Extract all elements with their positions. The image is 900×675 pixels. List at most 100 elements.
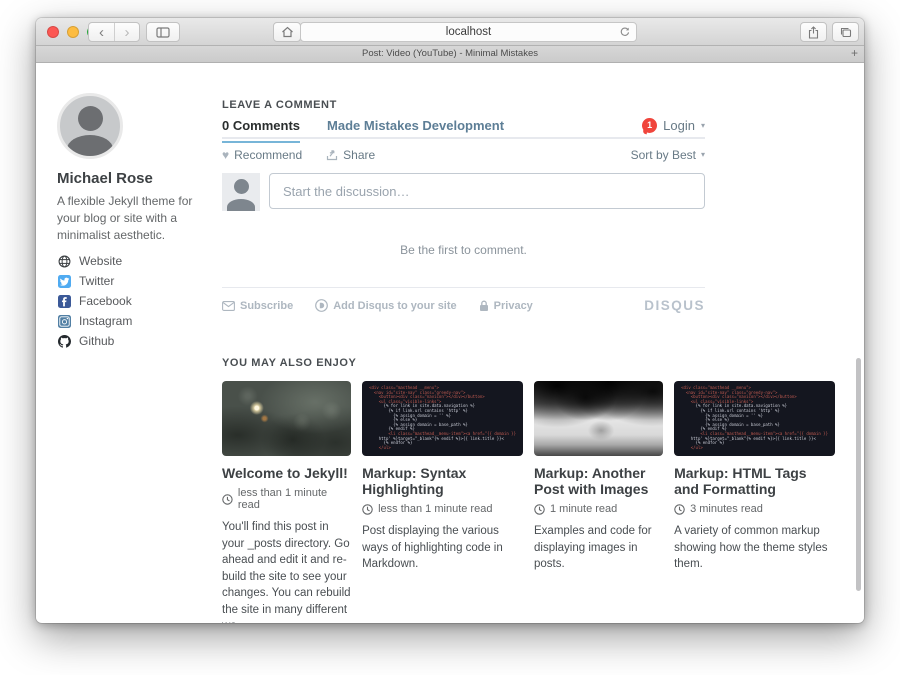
recommend-label: Recommend bbox=[234, 148, 302, 162]
post-title-link[interactable]: Markup: Syntax Highlighting bbox=[362, 465, 523, 497]
main-column: LEAVE A COMMENT 0 Comments Made Mistakes… bbox=[222, 63, 835, 623]
code-line: </ul> bbox=[681, 446, 828, 451]
post-thumbnail[interactable] bbox=[222, 381, 351, 456]
facebook-icon bbox=[57, 295, 71, 308]
envelope-icon bbox=[222, 301, 235, 311]
active-tab[interactable]: Post: Video (YouTube) - Minimal Mistakes bbox=[36, 46, 864, 62]
disqus-share-button[interactable]: Share bbox=[326, 148, 375, 162]
new-tab-icon[interactable]: + bbox=[851, 46, 858, 61]
login-label: Login bbox=[663, 118, 695, 133]
forward-icon[interactable]: › bbox=[114, 23, 139, 41]
disqus-logo[interactable]: DISQUS bbox=[644, 298, 705, 313]
minimize-window-button[interactable] bbox=[67, 26, 79, 38]
recommend-button[interactable]: ♥ Recommend bbox=[222, 148, 302, 162]
read-time: 1 minute read bbox=[550, 503, 617, 515]
browser-titlebar: ‹ › localhost bbox=[36, 18, 864, 46]
back-icon[interactable]: ‹ bbox=[89, 23, 114, 41]
sidebar-item-facebook[interactable]: Facebook bbox=[57, 291, 215, 311]
related-post-card: Welcome to Jekyll! less than 1 minute re… bbox=[222, 381, 351, 623]
comments-heading: LEAVE A COMMENT bbox=[222, 99, 835, 111]
share-arrow-icon bbox=[326, 149, 338, 161]
post-excerpt: Post displaying the various ways of high… bbox=[362, 523, 523, 573]
privacy-link[interactable]: Privacy bbox=[479, 300, 533, 312]
sort-menu[interactable]: Sort by Best ▾ bbox=[631, 148, 705, 162]
disqus-actions-row: ♥ Recommend Share Sort by Best ▾ bbox=[222, 147, 705, 162]
related-post-card: Markup: Another Post with Images 1 minut… bbox=[534, 381, 663, 623]
avatar bbox=[57, 93, 123, 159]
share-label: Share bbox=[343, 148, 375, 162]
sidebar-toggle-button[interactable] bbox=[146, 22, 180, 42]
show-tabs-button[interactable] bbox=[832, 22, 859, 42]
comment-input[interactable] bbox=[269, 173, 705, 209]
author-bio: A flexible Jekyll theme for your blog or… bbox=[57, 193, 215, 244]
reload-icon[interactable] bbox=[619, 26, 630, 38]
github-icon bbox=[57, 335, 71, 348]
post-thumbnail[interactable] bbox=[534, 381, 663, 456]
post-meta: 3 minutes read bbox=[674, 503, 835, 515]
share-button[interactable] bbox=[800, 22, 827, 42]
globe-icon bbox=[57, 255, 71, 268]
scrollbar-thumb[interactable] bbox=[856, 358, 861, 591]
sidebar-item-instagram[interactable]: Instagram bbox=[57, 311, 215, 331]
twitter-icon bbox=[57, 275, 71, 288]
comment-composer bbox=[222, 173, 705, 211]
sidebar-item-twitter[interactable]: Twitter bbox=[57, 271, 215, 291]
comment-count-tab[interactable]: 0 Comments bbox=[222, 118, 300, 133]
related-post-card: <div class="masthead __menu"> <nav id="s… bbox=[362, 381, 523, 623]
community-link[interactable]: Made Mistakes Development bbox=[327, 118, 504, 133]
home-button[interactable] bbox=[273, 22, 301, 42]
home-icon bbox=[281, 26, 294, 38]
history-nav-group: ‹ › bbox=[88, 22, 140, 42]
sidebar-item-label: Github bbox=[79, 334, 114, 348]
browser-window: ‹ › localhost bbox=[36, 18, 864, 623]
post-title-link[interactable]: Welcome to Jekyll! bbox=[222, 465, 351, 481]
sidebar-item-github[interactable]: Github bbox=[57, 331, 215, 351]
post-title-link[interactable]: Markup: HTML Tags and Formatting bbox=[674, 465, 835, 497]
disqus-embed: 0 Comments Made Mistakes Development 1 L… bbox=[222, 121, 705, 313]
sort-label: Sort by Best bbox=[631, 148, 696, 162]
address-bar[interactable]: localhost bbox=[300, 22, 637, 42]
post-meta: 1 minute read bbox=[534, 503, 663, 515]
post-meta: less than 1 minute read bbox=[222, 487, 351, 511]
tab-bar: Post: Video (YouTube) - Minimal Mistakes… bbox=[36, 46, 864, 63]
tabs-overview-icon bbox=[839, 26, 852, 38]
post-meta: less than 1 minute read bbox=[362, 503, 523, 515]
close-window-button[interactable] bbox=[47, 26, 59, 38]
privacy-label: Privacy bbox=[494, 300, 533, 312]
commenter-avatar bbox=[222, 173, 260, 211]
add-disqus-label: Add Disqus to your site bbox=[333, 300, 456, 312]
sidebar-item-label: Website bbox=[79, 254, 122, 268]
clock-icon bbox=[534, 504, 545, 515]
clock-icon bbox=[222, 494, 233, 505]
heart-icon: ♥ bbox=[222, 148, 229, 162]
related-heading: YOU MAY ALSO ENJOY bbox=[222, 357, 835, 369]
instagram-icon bbox=[57, 315, 71, 328]
page-content: Michael Rose A flexible Jekyll theme for… bbox=[36, 63, 864, 622]
post-thumbnail[interactable]: <div class="masthead __menu"> <nav id="s… bbox=[362, 381, 523, 456]
read-time: less than 1 minute read bbox=[238, 487, 351, 511]
add-disqus-link[interactable]: Add Disqus to your site bbox=[315, 299, 456, 312]
post-thumbnail[interactable]: <div class="masthead __menu"> <nav id="s… bbox=[674, 381, 835, 456]
chevron-down-icon: ▾ bbox=[701, 150, 705, 159]
disqus-d-icon bbox=[315, 299, 328, 312]
divider bbox=[222, 287, 705, 288]
lock-icon bbox=[479, 300, 489, 312]
author-sidebar: Michael Rose A flexible Jekyll theme for… bbox=[57, 63, 215, 351]
sidebar-item-label: Twitter bbox=[79, 274, 114, 288]
post-title-link[interactable]: Markup: Another Post with Images bbox=[534, 465, 663, 497]
code-line: </ul> bbox=[369, 446, 516, 451]
sidebar-item-label: Facebook bbox=[79, 294, 132, 308]
url-text: localhost bbox=[446, 26, 491, 38]
sidebar-icon bbox=[156, 27, 170, 38]
author-name: Michael Rose bbox=[57, 170, 215, 187]
read-time: 3 minutes read bbox=[690, 503, 763, 515]
login-menu[interactable]: 1 Login ▾ bbox=[642, 118, 705, 133]
clock-icon bbox=[362, 504, 373, 515]
sidebar-item-website[interactable]: Website bbox=[57, 251, 215, 271]
post-excerpt: A variety of common markup showing how t… bbox=[674, 523, 835, 573]
related-post-card: <div class="masthead __menu"> <nav id="s… bbox=[674, 381, 835, 623]
subscribe-link[interactable]: Subscribe bbox=[222, 300, 293, 312]
disqus-header: 0 Comments Made Mistakes Development 1 L… bbox=[222, 121, 705, 139]
author-links: Website Twitter bbox=[57, 251, 215, 351]
empty-state-text: Be the first to comment. bbox=[222, 243, 705, 257]
